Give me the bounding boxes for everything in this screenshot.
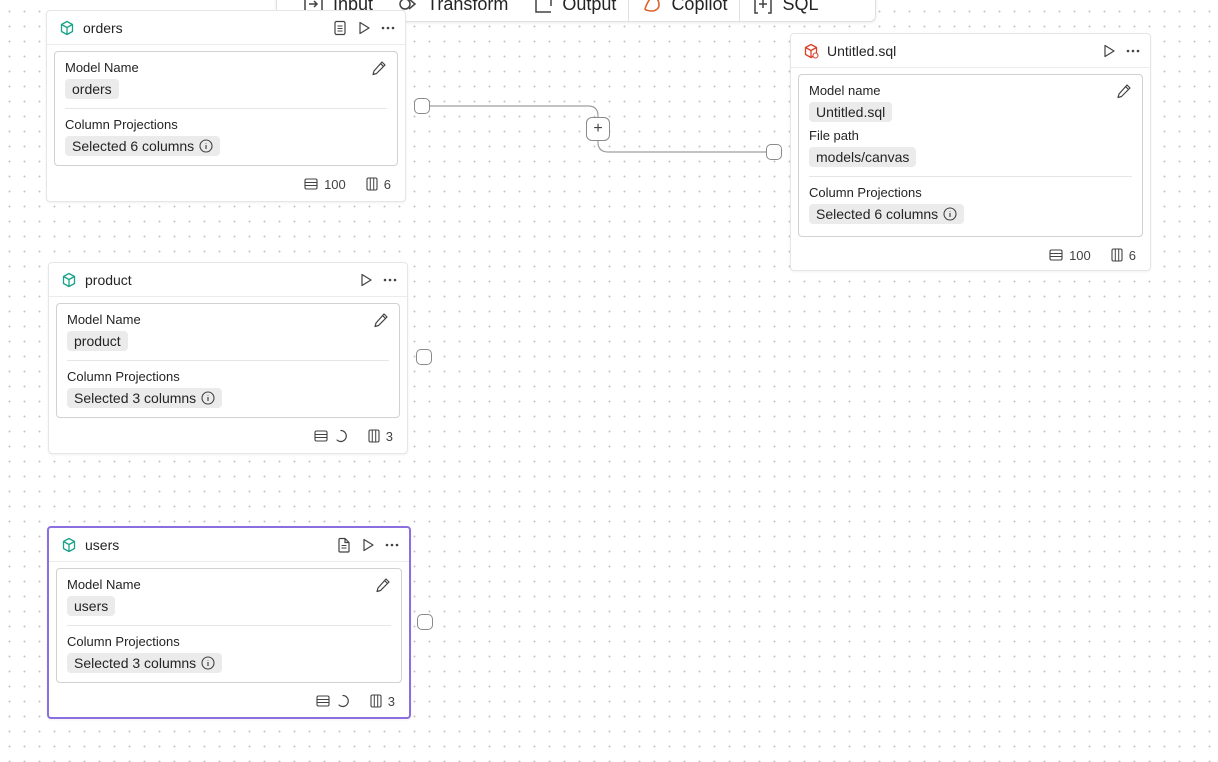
column-count: 3 xyxy=(387,693,395,709)
columns-icon xyxy=(1111,248,1123,262)
divider xyxy=(809,176,1132,177)
divider xyxy=(67,360,389,361)
columns-icon xyxy=(370,694,382,708)
more-options-icon[interactable] xyxy=(381,26,395,30)
model-name-value: orders xyxy=(65,79,119,99)
info-icon[interactable] xyxy=(201,656,215,670)
node-properties: Model Name product Column Projections Se… xyxy=(56,303,400,418)
more-options-icon[interactable] xyxy=(383,278,397,282)
node-footer: 3 xyxy=(49,418,407,454)
rows-icon xyxy=(304,178,318,190)
model-name-label: Model name xyxy=(809,83,881,98)
file-path-label: File path xyxy=(809,128,859,143)
columns-icon xyxy=(368,429,380,443)
row-count: 100 xyxy=(1069,247,1091,263)
loading-spinner-icon xyxy=(334,429,348,443)
info-icon[interactable] xyxy=(201,391,215,405)
model-node-orders[interactable]: orders Model Name orders Column Projecti… xyxy=(46,10,406,202)
edit-pencil-icon[interactable] xyxy=(1116,83,1132,99)
plus-label: + xyxy=(593,120,603,137)
model-name-label: Model Name xyxy=(67,312,141,327)
run-icon[interactable] xyxy=(357,20,371,36)
model-cube-icon xyxy=(61,537,77,553)
node-footer: 100 6 xyxy=(47,166,405,202)
rows-icon xyxy=(1049,249,1063,261)
column-count: 6 xyxy=(1128,247,1136,263)
add-node-on-edge-button[interactable]: + xyxy=(586,117,610,141)
column-projections-label: Column Projections xyxy=(65,117,178,132)
edit-pencil-icon[interactable] xyxy=(373,312,389,328)
model-cube-icon xyxy=(61,272,77,288)
document-icon[interactable] xyxy=(337,537,351,553)
node-footer: 100 6 xyxy=(791,237,1150,273)
model-node-users[interactable]: users Model Name users Column Projection… xyxy=(47,526,411,719)
model-name-value: users xyxy=(67,596,116,616)
node-title: users xyxy=(85,536,120,553)
node-header: product xyxy=(49,263,407,297)
run-icon[interactable] xyxy=(361,537,375,553)
column-projections-value: Selected 6 columns xyxy=(816,206,939,222)
column-projections-value: Selected 3 columns xyxy=(74,655,197,671)
divider xyxy=(67,625,391,626)
column-projections-label: Column Projections xyxy=(67,369,180,384)
file-path-value: models/canvas xyxy=(809,147,917,167)
input-port-untitled[interactable] xyxy=(766,144,782,160)
column-projections-label: Column Projections xyxy=(67,634,180,649)
node-header: Untitled.sql xyxy=(791,34,1150,68)
node-header: users xyxy=(49,528,409,562)
node-properties: Model Name orders Column Projections Sel… xyxy=(54,51,398,166)
edit-pencil-icon[interactable] xyxy=(371,60,387,76)
node-footer: 3 xyxy=(49,683,409,719)
node-title: Untitled.sql xyxy=(827,42,897,59)
column-projections-chip[interactable]: Selected 6 columns xyxy=(809,204,965,224)
node-title: product xyxy=(85,271,132,288)
model-name-label: Model Name xyxy=(65,60,139,75)
loading-spinner-icon xyxy=(336,694,350,708)
more-options-icon[interactable] xyxy=(385,543,399,547)
column-projections-value: Selected 3 columns xyxy=(74,390,197,406)
column-count: 3 xyxy=(385,428,393,444)
document-icon[interactable] xyxy=(333,20,347,36)
rows-icon xyxy=(316,695,330,707)
model-name-label: Model Name xyxy=(67,577,141,592)
info-icon[interactable] xyxy=(943,207,957,221)
column-projections-label: Column Projections xyxy=(809,185,922,200)
node-properties: Model name Untitled.sql File path models… xyxy=(798,74,1143,237)
column-projections-chip[interactable]: Selected 3 columns xyxy=(67,653,223,673)
column-projections-chip[interactable]: Selected 6 columns xyxy=(65,136,221,156)
model-node-product[interactable]: product Model Name product Column Projec… xyxy=(48,262,408,454)
node-title: orders xyxy=(83,19,123,36)
model-name-value: Untitled.sql xyxy=(809,102,893,122)
columns-icon xyxy=(366,177,378,191)
node-header: orders xyxy=(47,11,405,45)
output-port-users[interactable] xyxy=(417,614,433,630)
column-projections-value: Selected 6 columns xyxy=(72,138,195,154)
divider xyxy=(65,108,387,109)
sql-model-icon xyxy=(803,43,819,59)
more-options-icon[interactable] xyxy=(1126,49,1140,53)
node-properties: Model Name users Column Projections Sele… xyxy=(56,568,402,683)
sql-node-untitled[interactable]: Untitled.sql Model name Untitled.sql Fil… xyxy=(790,33,1151,271)
run-icon[interactable] xyxy=(1102,43,1116,59)
column-count: 6 xyxy=(383,176,391,192)
output-port-product[interactable] xyxy=(416,349,432,365)
edit-pencil-icon[interactable] xyxy=(375,577,391,593)
model-name-value: product xyxy=(67,331,128,351)
rows-icon xyxy=(314,430,328,442)
run-icon[interactable] xyxy=(359,272,373,288)
row-count: 100 xyxy=(324,176,346,192)
output-port-orders[interactable] xyxy=(414,98,430,114)
model-cube-icon xyxy=(59,20,75,36)
info-icon[interactable] xyxy=(199,139,213,153)
column-projections-chip[interactable]: Selected 3 columns xyxy=(67,388,223,408)
